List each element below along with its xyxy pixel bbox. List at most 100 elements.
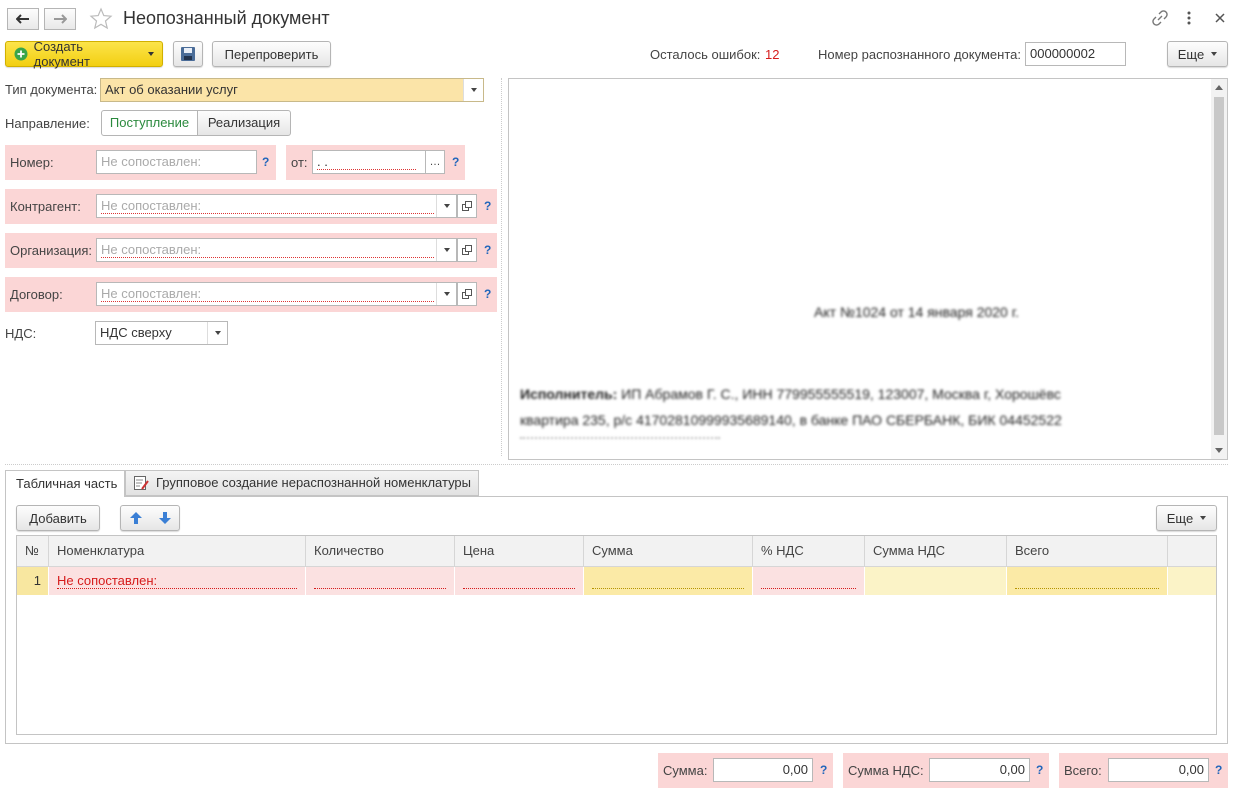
scroll-thumb[interactable] <box>1214 97 1224 435</box>
organization-open-button[interactable] <box>457 238 477 262</box>
preview-partial-line <box>520 437 720 439</box>
number-field[interactable]: Не сопоставлен: <box>96 150 257 174</box>
arrow-right-icon <box>54 14 67 24</box>
row-item-cell[interactable]: Не сопоставлен: <box>49 567 306 595</box>
direction-incoming[interactable]: Поступление <box>101 110 198 136</box>
sum-help-icon[interactable]: ? <box>820 763 827 777</box>
link-icon[interactable] <box>1152 10 1168 26</box>
date-help-icon[interactable]: ? <box>452 155 459 169</box>
date-picker-button[interactable]: … <box>425 150 445 174</box>
forward-button[interactable] <box>44 8 76 30</box>
row-quantity-cell[interactable] <box>306 567 455 595</box>
star-icon[interactable] <box>89 7 113 31</box>
open-icon <box>462 245 472 255</box>
save-icon <box>181 47 195 61</box>
row-vat-sum-cell[interactable] <box>865 567 1007 595</box>
organization-dropdown[interactable] <box>436 239 456 261</box>
total-help-icon[interactable]: ? <box>1215 763 1222 777</box>
errors-label: Осталось ошибок: <box>650 47 761 62</box>
vat-dropdown[interactable] <box>207 322 227 344</box>
organization-label: Организация: <box>10 243 93 258</box>
table-header: № Номенклатура Количество Цена Сумма % Н… <box>17 536 1216 567</box>
horizontal-splitter[interactable] <box>5 464 1228 465</box>
vat-sum-field[interactable]: 0,00 <box>929 758 1030 782</box>
counterparty-placeholder: Не сопоставлен: <box>101 198 435 214</box>
row-total-underline <box>1015 588 1159 589</box>
vat-sum-help-icon[interactable]: ? <box>1036 763 1043 777</box>
chevron-down-icon <box>214 331 221 335</box>
back-button[interactable] <box>7 8 39 30</box>
close-icon[interactable] <box>1215 13 1225 23</box>
col-vat-sum[interactable]: Сумма НДС <box>865 536 1007 566</box>
sum-field[interactable]: 0,00 <box>713 758 813 782</box>
preview-scrollbar[interactable] <box>1211 79 1227 459</box>
col-vat-rate[interactable]: % НДС <box>753 536 865 566</box>
doc-type-select[interactable]: Акт об оказании услуг <box>100 78 484 102</box>
organization-help-icon[interactable]: ? <box>484 243 491 257</box>
total-field[interactable]: 0,00 <box>1108 758 1209 782</box>
add-row-button[interactable]: Добавить <box>16 505 100 531</box>
more-vertical-icon[interactable] <box>1186 11 1192 27</box>
contract-field[interactable]: Не сопоставлен: <box>96 282 457 306</box>
row-price-underline <box>463 588 575 589</box>
number-help-icon[interactable]: ? <box>262 155 269 169</box>
create-document-label: Создать документ <box>33 39 90 69</box>
col-sum[interactable]: Сумма <box>584 536 753 566</box>
organization-field[interactable]: Не сопоставлен: <box>96 238 457 262</box>
col-number[interactable]: № <box>17 536 49 566</box>
chevron-down-icon <box>1211 52 1218 56</box>
row-vat-rate-cell[interactable] <box>753 567 865 595</box>
create-document-button[interactable]: Создать документ <box>5 39 163 69</box>
table-more-button[interactable]: Еще <box>1156 505 1217 531</box>
open-icon <box>462 289 472 299</box>
tab-group-create[interactable]: Групповое создание нераспознанной номенк… <box>125 470 479 496</box>
contract-label: Договор: <box>10 287 63 302</box>
contract-open-button[interactable] <box>457 282 477 306</box>
table-more-label: Еще <box>1166 510 1194 526</box>
vat-sum-label: Сумма НДС: <box>848 763 924 778</box>
row-total-cell[interactable] <box>1007 567 1168 595</box>
col-item[interactable]: Номенклатура <box>49 536 306 566</box>
more-button[interactable]: Еще <box>1167 41 1228 67</box>
row-sum-underline <box>592 588 744 589</box>
recognized-number-field[interactable]: 000000002 <box>1025 42 1126 66</box>
arrow-up-icon[interactable] <box>129 511 143 525</box>
contract-help-icon[interactable]: ? <box>484 287 491 301</box>
save-button[interactable] <box>173 41 203 67</box>
table-row[interactable]: 1 Не сопоставлен: <box>17 567 1216 595</box>
splitter[interactable] <box>501 78 502 456</box>
arrow-down-icon[interactable] <box>158 511 172 525</box>
counterparty-open-button[interactable] <box>457 194 477 218</box>
vat-select[interactable]: НДС сверху <box>95 321 228 345</box>
scroll-down-icon[interactable] <box>1215 448 1223 453</box>
col-price[interactable]: Цена <box>455 536 584 566</box>
direction-sale[interactable]: Реализация <box>197 110 291 136</box>
number-label: Номер: <box>10 155 54 170</box>
document-preview[interactable]: Акт №1024 от 14 января 2020 г. Исполните… <box>508 78 1228 460</box>
move-buttons <box>120 505 180 531</box>
row-sum-cell[interactable] <box>584 567 753 595</box>
scroll-up-icon[interactable] <box>1215 85 1223 90</box>
date-field[interactable]: . . <box>312 150 426 174</box>
contract-dropdown[interactable] <box>436 283 456 305</box>
counterparty-help-icon[interactable]: ? <box>484 199 491 213</box>
col-total[interactable]: Всего <box>1007 536 1168 566</box>
tab-table-part[interactable]: Табличная часть <box>5 470 125 497</box>
row-price-cell[interactable] <box>455 567 584 595</box>
errors-count: 12 <box>765 47 780 62</box>
preview-title-line: Акт №1024 от 14 января 2020 г. <box>814 304 1020 320</box>
counterparty-dropdown[interactable] <box>436 195 456 217</box>
recheck-button[interactable]: Перепроверить <box>212 41 331 67</box>
doc-type-dropdown[interactable] <box>463 79 483 101</box>
col-quantity[interactable]: Количество <box>306 536 455 566</box>
contract-placeholder: Не сопоставлен: <box>101 286 435 302</box>
counterparty-field[interactable]: Не сопоставлен: <box>96 194 457 218</box>
sum-label: Сумма: <box>663 763 708 778</box>
number-placeholder: Не сопоставлен: <box>101 154 202 169</box>
vat-value: НДС сверху <box>100 325 172 340</box>
row-number: 1 <box>17 567 49 595</box>
preview-executor-line: Исполнитель: ИП Абрамов Г. С., ИНН 77995… <box>520 386 1061 402</box>
counterparty-label: Контрагент: <box>10 199 81 214</box>
row-item-value: Не сопоставлен: <box>57 573 297 589</box>
date-value: . . <box>317 154 416 170</box>
